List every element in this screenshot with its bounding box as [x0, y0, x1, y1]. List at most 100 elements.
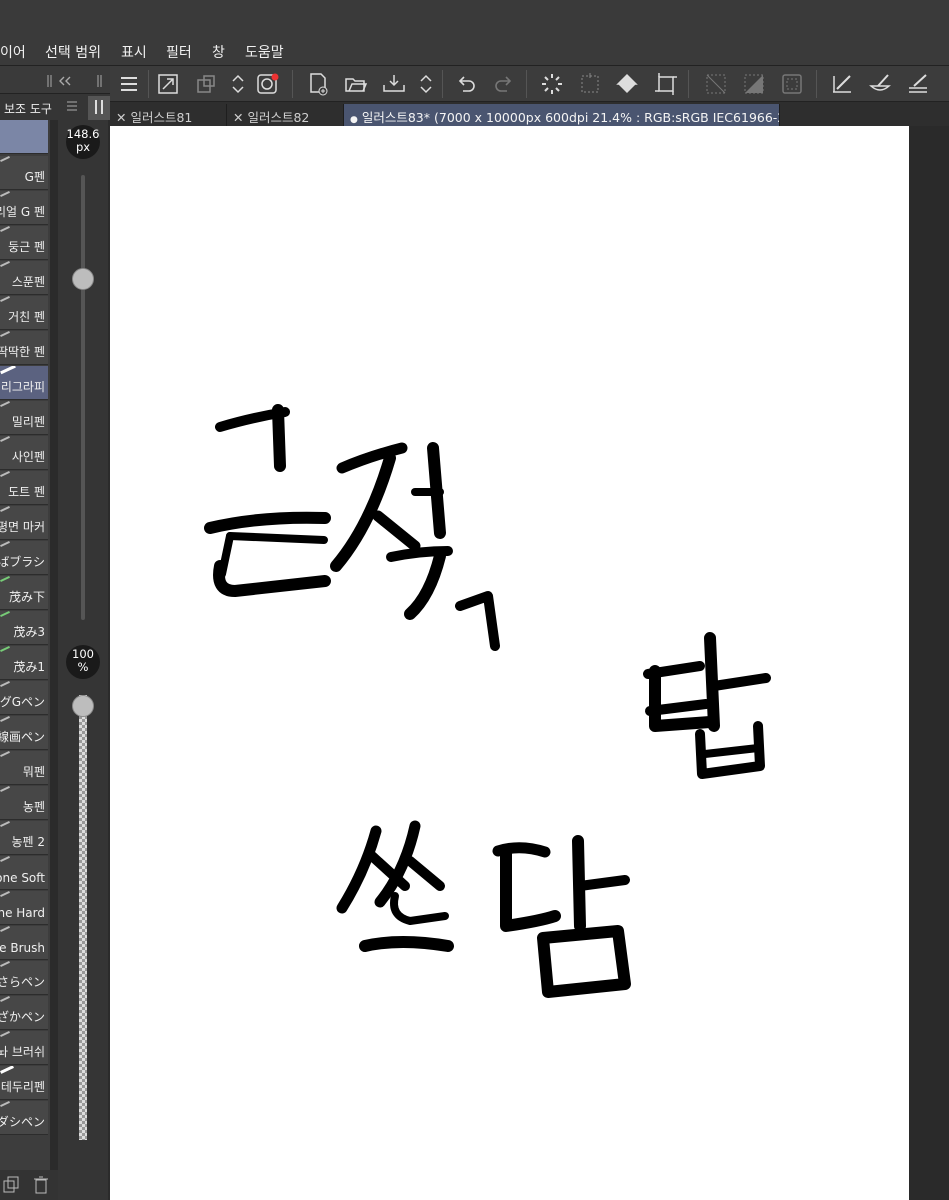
brush-item[interactable]: ダシペン	[0, 1101, 48, 1135]
brush-label: 茂み3	[13, 625, 45, 639]
trash-icon[interactable]	[32, 1175, 50, 1195]
close-icon[interactable]: ✕	[233, 110, 243, 125]
up-down-icon[interactable]	[224, 70, 252, 98]
canvas-viewport[interactable]	[110, 126, 949, 1200]
collapse-icon[interactable]	[46, 74, 74, 88]
brush-item[interactable]: 밀리펜	[0, 401, 48, 435]
close-icon[interactable]: ✕	[116, 110, 126, 125]
brush-item[interactable]: グGペン	[0, 681, 48, 715]
brush-label: 거친 펜	[8, 310, 45, 324]
selection-icon[interactable]	[576, 70, 604, 98]
opacity-slider[interactable]	[79, 695, 87, 1140]
redo-icon[interactable]	[490, 70, 518, 98]
menu-window[interactable]: 창	[212, 42, 225, 62]
brush-size-knob[interactable]	[72, 268, 94, 291]
brush-label: 밀리펜	[11, 415, 45, 429]
brush-item[interactable]: 리얼 G 펜	[0, 191, 48, 225]
brush-item-blank[interactable]	[0, 120, 48, 154]
brush-item[interactable]: 도트 펜	[0, 471, 48, 505]
transform-icon[interactable]	[192, 70, 220, 98]
tab-illust81[interactable]: ✕ 일러스트81	[110, 104, 227, 126]
separator	[688, 70, 689, 98]
undo-icon[interactable]	[452, 70, 480, 98]
brush-item[interactable]: 茂み下	[0, 576, 48, 610]
tool-property-tab[interactable]	[88, 96, 110, 120]
brush-item[interactable]: 농펜 2	[0, 821, 48, 855]
brush-item[interactable]: ざかペン	[0, 996, 48, 1030]
lettering-artwork	[204, 404, 771, 998]
separator	[816, 70, 817, 98]
brush-item[interactable]: 茂み3	[0, 611, 48, 645]
brush-item[interactable]: 놔 브러쉬	[0, 1031, 48, 1065]
brush-item[interactable]: 둥근 펜	[0, 226, 48, 260]
hide-selection-icon[interactable]	[702, 70, 730, 98]
separator	[148, 70, 149, 98]
menu-help[interactable]: 도움말	[245, 42, 284, 62]
brush-label: 테두리펜	[0, 1080, 45, 1094]
panel-menu-icon[interactable]	[66, 100, 78, 112]
sub-tool-header: 보조 도구	[0, 94, 110, 120]
brush-item-selected[interactable]: 리그라피	[0, 366, 48, 400]
tool-b-icon[interactable]	[866, 70, 894, 98]
modified-dot-icon[interactable]: ●	[350, 115, 358, 125]
brush-item[interactable]: 평면 마커	[0, 506, 48, 540]
brush-item[interactable]: 농펜	[0, 786, 48, 820]
brush-item[interactable]: G펜	[0, 156, 48, 190]
brush-item[interactable]: 線画ペン	[0, 716, 48, 750]
brush-item[interactable]: ne Brush	[0, 926, 48, 960]
open-folder-icon[interactable]	[342, 70, 370, 98]
menu-filter[interactable]: 필터	[166, 42, 192, 62]
opacity-knob[interactable]	[72, 695, 94, 717]
brush-label: 茂み1	[13, 660, 45, 674]
brush-label: グGペン	[0, 695, 45, 709]
opacity-unit: %	[77, 660, 89, 674]
brush-item[interactable]: one Hard	[0, 891, 48, 925]
canvas[interactable]	[110, 126, 909, 1200]
record-icon[interactable]	[254, 70, 282, 98]
fill-icon[interactable]	[614, 70, 642, 98]
brush-label: さらペン	[0, 975, 45, 989]
invert-icon[interactable]	[740, 70, 768, 98]
brush-label: 농펜 2	[11, 835, 45, 849]
save-icon[interactable]	[380, 70, 408, 98]
brush-item[interactable]: 스푼펜	[0, 261, 48, 295]
fit-screen-icon[interactable]	[154, 70, 182, 98]
border-icon[interactable]	[778, 70, 806, 98]
brush-label: 線画ペン	[0, 730, 45, 744]
brush-label: 리그라피	[0, 380, 45, 394]
menu-icon[interactable]	[115, 70, 143, 98]
loading-icon[interactable]	[538, 70, 566, 98]
tool-c-icon[interactable]	[904, 70, 932, 98]
tab-illust83[interactable]: ● 일러스트83* (7000 x 10000px 600dpi 21.4% : …	[344, 104, 780, 126]
brush-size-slider[interactable]	[81, 175, 85, 620]
brush-item[interactable]: 사인펜	[0, 436, 48, 470]
brush-item[interactable]: 거친 펜	[0, 296, 48, 330]
brush-item[interactable]: 딱딱한 펜	[0, 331, 48, 365]
brush-item[interactable]: さらペン	[0, 961, 48, 995]
brush-label: 둥근 펜	[8, 240, 45, 254]
tool-panel-header	[0, 66, 110, 94]
menu-bar: 이어 선택 범위 표시 필터 창 도움말	[0, 38, 949, 66]
separator	[292, 70, 293, 98]
brush-label: ばブラシ	[0, 555, 45, 569]
tool-a-icon[interactable]	[828, 70, 856, 98]
brush-label: 스푼펜	[11, 275, 45, 289]
brush-label: ダシペン	[0, 1115, 45, 1129]
menu-layer[interactable]: 이어	[0, 42, 26, 62]
new-file-icon[interactable]	[304, 70, 332, 98]
menu-view[interactable]: 표시	[121, 42, 147, 62]
brush-size-readout: 148.6 px	[66, 125, 100, 159]
brush-item[interactable]: 茂み1	[0, 646, 48, 680]
crop-icon[interactable]	[652, 70, 680, 98]
separator	[526, 70, 527, 98]
duplicate-icon[interactable]	[2, 1176, 20, 1194]
brush-item[interactable]: one Soft	[0, 856, 48, 890]
brush-item[interactable]: 뭐펜	[0, 751, 48, 785]
brush-item[interactable]: ばブラシ	[0, 541, 48, 575]
tab-illust82[interactable]: ✕ 일러스트82	[227, 104, 344, 126]
brush-label: 사인펜	[11, 450, 45, 464]
brush-item[interactable]: 테두리펜	[0, 1066, 48, 1100]
menu-selection[interactable]: 선택 범위	[45, 42, 101, 62]
up-down-icon[interactable]	[412, 70, 440, 98]
panel-grip-icon[interactable]	[96, 74, 104, 88]
